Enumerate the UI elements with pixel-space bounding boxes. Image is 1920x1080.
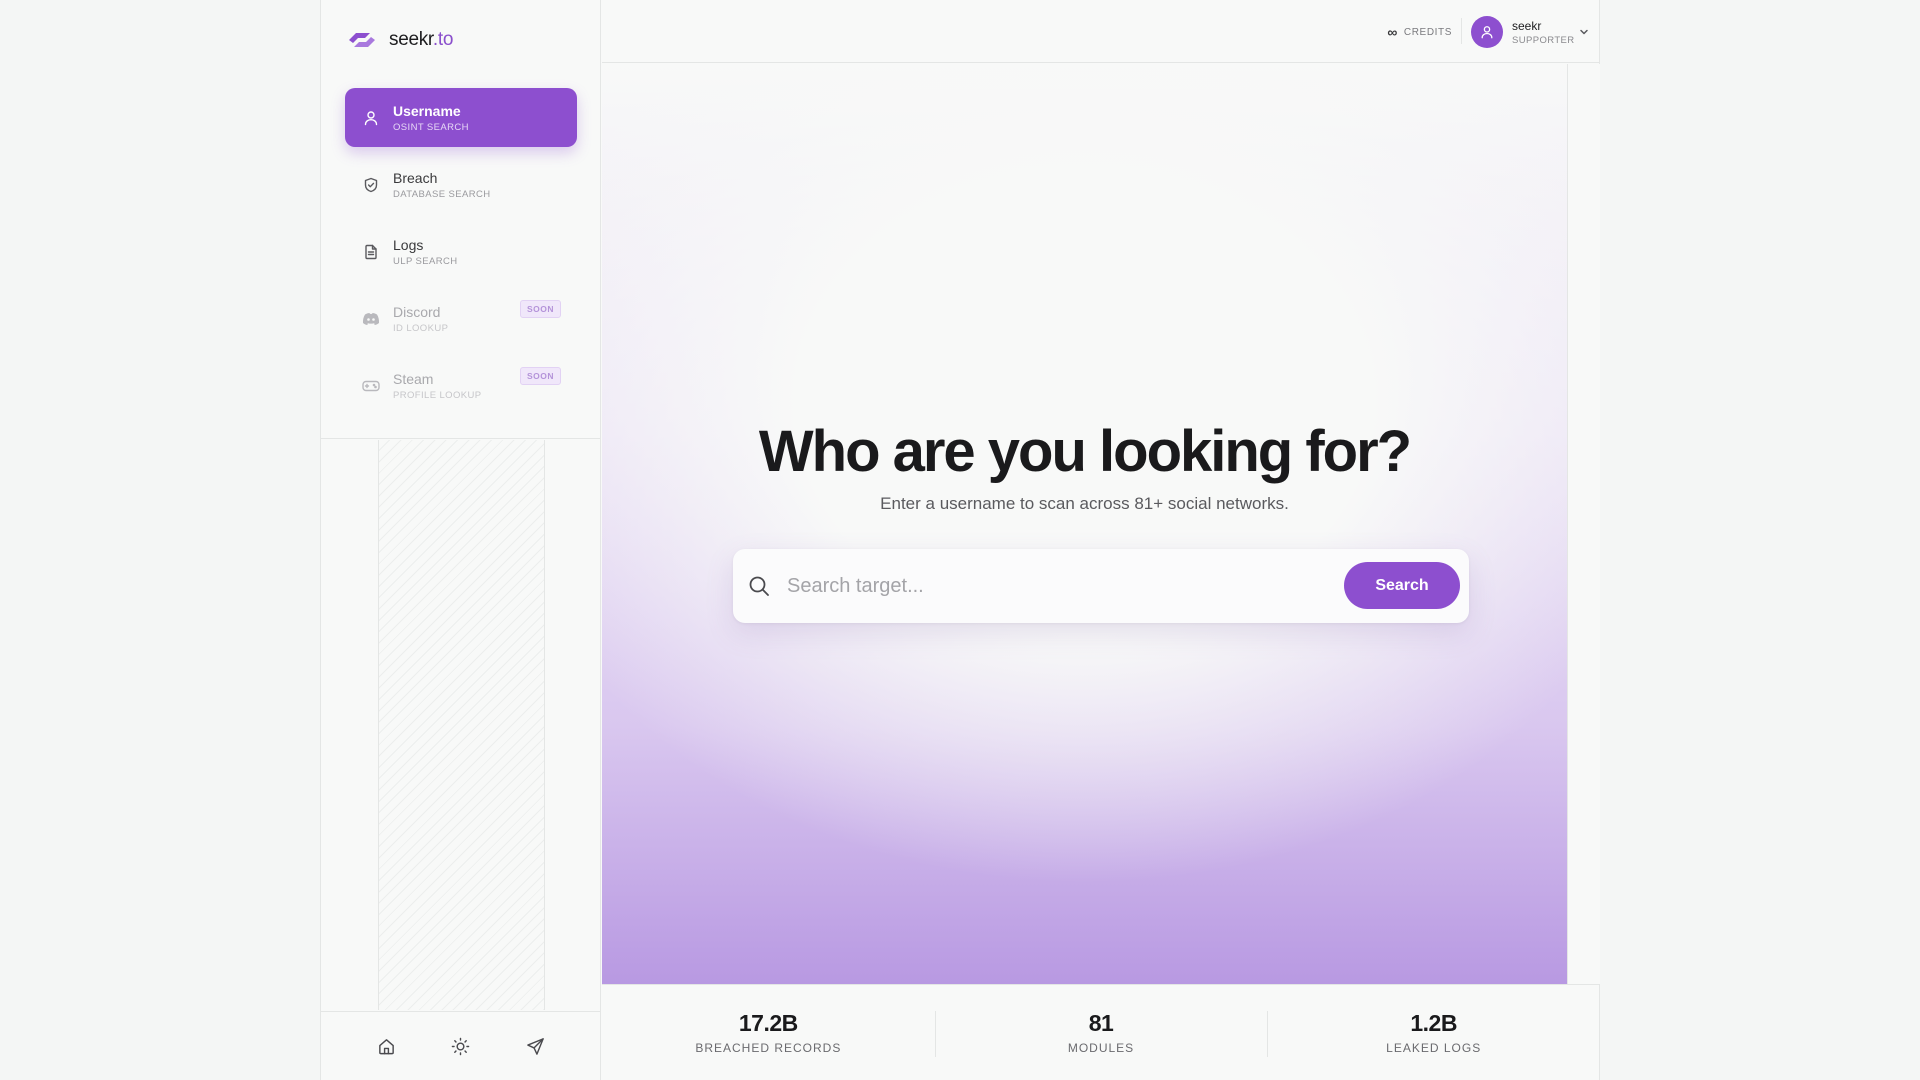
user-icon (361, 108, 381, 128)
hero-section: Who are you looking for? Enter a usernam… (602, 64, 1568, 984)
search-input[interactable] (787, 566, 1347, 606)
avatar (1471, 16, 1503, 48)
user-icon (1481, 26, 1493, 39)
search-button[interactable]: Search (1344, 562, 1460, 609)
right-gutter (1569, 64, 1600, 984)
stat-value: 1.2B (1410, 1010, 1457, 1036)
sidebar-divider (321, 438, 601, 439)
sidebar-item-discord: Discord ID LOOKUP SOON (345, 289, 577, 348)
sidebar-item-label: Logs (393, 236, 424, 253)
user-name: seekr (1512, 18, 1542, 33)
infinity-icon: ∞ (1387, 24, 1398, 40)
sidebar-item-label: Steam (393, 370, 434, 387)
stat-label: LEAKED LOGS (1386, 1041, 1482, 1055)
sidebar-hatch-panel (378, 440, 545, 1010)
sidebar-item-username[interactable]: Username OSINT SEARCH (345, 88, 577, 147)
app-frame: seekr.to Username OSINT SEARCH Breach DA… (320, 0, 1600, 1080)
sidebar-item-breach[interactable]: Breach DATABASE SEARCH (345, 155, 577, 214)
shield-icon (361, 175, 381, 195)
home-button[interactable] (368, 1028, 404, 1064)
logo-icon (349, 33, 375, 47)
credits-indicator: ∞ CREDITS (1387, 24, 1452, 40)
home-icon (378, 1038, 394, 1054)
stats-bar: 17.2B BREACHED RECORDS 81 MODULES 1.2B L… (602, 984, 1600, 1080)
credits-label: CREDITS (1403, 26, 1452, 38)
stat-modules: 81 MODULES (934, 985, 1268, 1080)
sidebar-item-logs[interactable]: Logs ULP SEARCH (345, 222, 577, 281)
soon-badge: SOON (519, 300, 561, 318)
soon-badge: SOON (519, 367, 561, 385)
sidebar-item-label: Breach (393, 169, 438, 186)
page-subtitle: Enter a username to scan across 81+ soci… (880, 494, 1289, 513)
sidebar-nav: Username OSINT SEARCH Breach DATABASE SE… (345, 88, 577, 423)
send-button[interactable] (518, 1028, 554, 1064)
discord-icon (361, 309, 381, 329)
sidebar-item-steam: Steam PROFILE LOOKUP SOON (345, 356, 577, 415)
gamepad-icon (361, 376, 381, 396)
topbar-separator (1461, 18, 1462, 44)
top-bar: ∞ CREDITS seekr SUPPORTER (602, 0, 1600, 63)
stat-label: MODULES (1067, 1041, 1135, 1055)
sidebar-footer (321, 1011, 601, 1080)
user-menu[interactable]: seekr SUPPORTER (1471, 15, 1590, 49)
search-bar: Search (733, 549, 1469, 623)
stat-leaked-logs: 1.2B LEAKED LOGS (1267, 985, 1600, 1080)
page-title: Who are you looking for? (758, 419, 1412, 484)
logo-text: seekr.to (389, 29, 454, 50)
sidebar-item-sublabel: OSINT SEARCH (393, 121, 469, 133)
sidebar-item-sublabel: DATABASE SEARCH (393, 188, 491, 200)
stat-breached-records: 17.2B BREACHED RECORDS (602, 985, 935, 1080)
sidebar-item-label: Discord (393, 303, 441, 320)
stat-value: 81 (1088, 1010, 1114, 1036)
stat-value: 17.2B (738, 1010, 798, 1036)
sidebar: seekr.to Username OSINT SEARCH Breach DA… (321, 0, 601, 1080)
document-icon (361, 242, 381, 262)
send-icon (527, 1037, 544, 1055)
logo[interactable]: seekr.to (345, 28, 453, 52)
sidebar-item-sublabel: ULP SEARCH (393, 255, 458, 267)
stat-label: BREACHED RECORDS (695, 1041, 842, 1055)
user-role: SUPPORTER (1512, 34, 1575, 46)
sidebar-item-sublabel: ID LOOKUP (393, 322, 449, 334)
sidebar-item-label: Username (393, 102, 461, 119)
theme-toggle-button[interactable] (443, 1028, 479, 1064)
sun-icon (452, 1037, 470, 1055)
search-icon (747, 574, 771, 598)
chevron-down-icon (1580, 29, 1588, 35)
sidebar-item-sublabel: PROFILE LOOKUP (393, 389, 482, 401)
